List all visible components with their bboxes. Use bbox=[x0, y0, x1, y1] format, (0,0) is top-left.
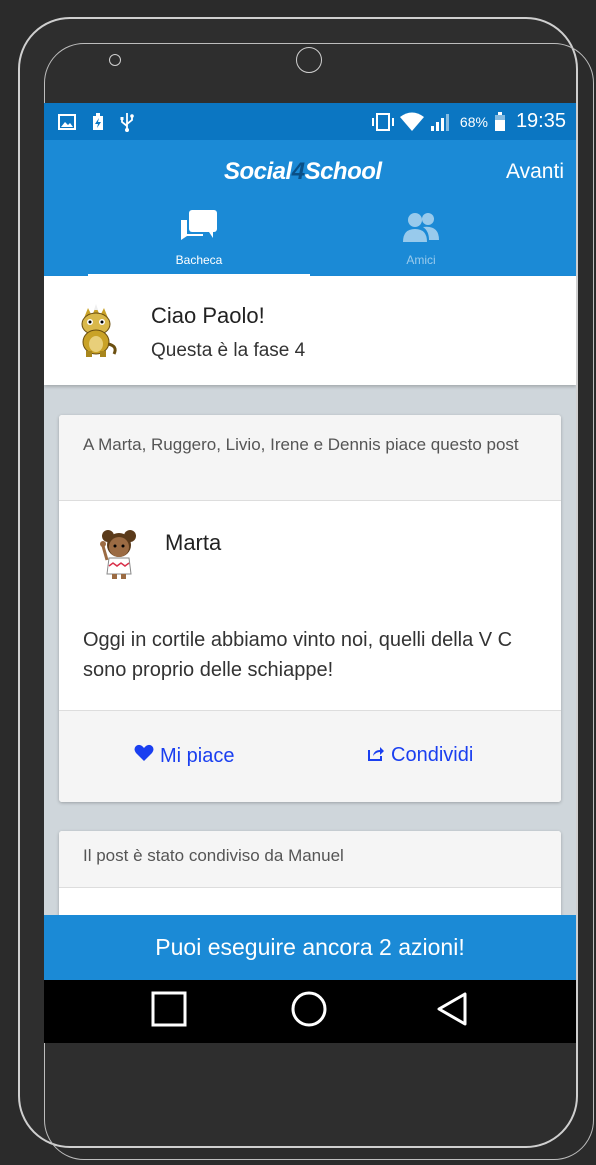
remaining-actions-banner: Puoi eseguire ancora 2 azioni! bbox=[44, 915, 576, 980]
phone-screen: 68% 19:35 Social4School Avanti Bacheca A… bbox=[44, 103, 576, 1043]
tab-bacheca-label: Bacheca bbox=[175, 253, 223, 267]
phase-label: Questa è la fase 4 bbox=[151, 340, 306, 361]
post-body-text: Oggi in cortile abbiamo vinto noi, quell… bbox=[83, 629, 513, 681]
back-triangle-icon bbox=[435, 991, 469, 1032]
battery-charging-icon bbox=[92, 112, 104, 131]
home-button[interactable] bbox=[269, 980, 349, 1043]
post-likes-summary: A Marta, Ruggero, Livio, Irene e Dennis … bbox=[59, 415, 561, 501]
front-camera bbox=[296, 47, 322, 73]
signal-icon bbox=[430, 112, 454, 132]
post-shared-by: Il post è stato condiviso da Manuel bbox=[59, 831, 561, 888]
recent-apps-button[interactable] bbox=[129, 980, 209, 1043]
usb-icon bbox=[120, 112, 134, 132]
back-button[interactable] bbox=[412, 980, 492, 1043]
post-card: A Marta, Ruggero, Livio, Irene e Dennis … bbox=[59, 415, 561, 802]
share-label: Condividi bbox=[391, 744, 474, 766]
image-icon bbox=[58, 113, 76, 130]
chat-icon bbox=[179, 210, 219, 251]
app-logo: Social4School bbox=[224, 158, 382, 185]
circle-icon bbox=[290, 990, 328, 1033]
share-button[interactable]: Condividi bbox=[367, 744, 473, 767]
proximity-sensor bbox=[109, 54, 121, 66]
tab-amici-label: Amici bbox=[406, 253, 436, 267]
girl-avatar bbox=[99, 528, 139, 580]
like-button[interactable]: Mi piace bbox=[134, 744, 234, 768]
app-bar: Social4School Avanti Bacheca Amici bbox=[44, 140, 576, 277]
dinosaur-avatar bbox=[74, 304, 118, 358]
clock: 19:35 bbox=[515, 110, 566, 132]
greeting-card: Ciao Paolo! Questa è la fase 4 bbox=[44, 276, 576, 385]
vibrate-icon bbox=[371, 112, 394, 132]
tab-bar: Bacheca Amici bbox=[44, 206, 576, 276]
square-icon bbox=[151, 991, 187, 1032]
post-author-name: Marta bbox=[165, 530, 222, 555]
next-button[interactable]: Avanti bbox=[506, 160, 564, 184]
tab-bacheca[interactable]: Bacheca bbox=[88, 206, 310, 276]
navigation-bar bbox=[44, 980, 576, 1043]
post-actions: Mi piace Condividi bbox=[59, 710, 561, 802]
battery-icon bbox=[494, 111, 506, 132]
heart-icon bbox=[134, 744, 154, 768]
greeting-title: Ciao Paolo! bbox=[151, 303, 265, 328]
like-label: Mi piace bbox=[160, 744, 235, 767]
status-bar: 68% 19:35 bbox=[44, 103, 576, 140]
friends-icon bbox=[401, 210, 441, 251]
tab-amici[interactable]: Amici bbox=[310, 206, 532, 276]
battery-percent: 68% bbox=[459, 113, 488, 130]
wifi-icon bbox=[399, 112, 424, 132]
share-icon bbox=[367, 744, 385, 767]
